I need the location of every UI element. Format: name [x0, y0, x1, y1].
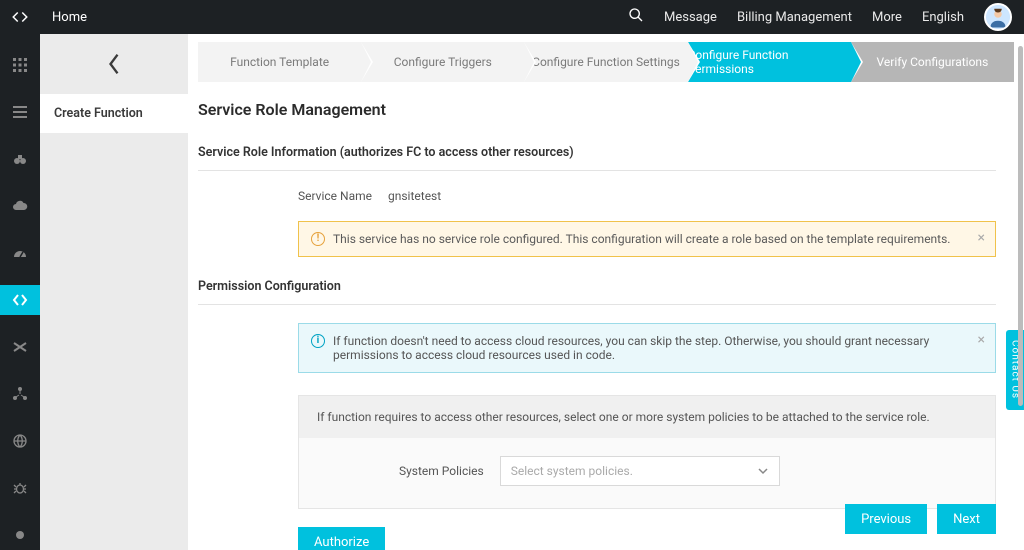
close-icon[interactable]: × [978, 332, 985, 348]
sidebar-apps-icon[interactable] [0, 50, 40, 79]
sidebar-cloud-icon[interactable] [0, 191, 40, 220]
step-configure-function-settings[interactable]: Configure Function Settings [524, 42, 687, 82]
sidebar-bug-icon[interactable] [0, 474, 40, 503]
sub-nav: Create Function [40, 34, 188, 550]
sidebar-list-icon[interactable] [0, 97, 40, 126]
permission-box: If function requires to access other res… [298, 395, 996, 509]
step-configure-triggers[interactable]: Configure Triggers [361, 42, 524, 82]
section-service-role-info: Service Role Information (authorizes FC … [198, 145, 996, 171]
permission-hint: If function requires to access other res… [299, 396, 995, 438]
avatar[interactable] [984, 3, 1012, 31]
info-icon: i [311, 334, 325, 348]
service-name-row: Service Name gnsitetest [298, 189, 996, 203]
service-name-label: Service Name [298, 189, 388, 203]
warning-icon: ! [311, 232, 325, 246]
step-function-template[interactable]: Function Template [198, 42, 361, 82]
close-icon[interactable]: × [978, 230, 985, 246]
next-button[interactable]: Next [937, 504, 996, 534]
sidebar-globe-icon[interactable] [0, 427, 40, 456]
top-bar: Home Message Billing Management More Eng… [0, 0, 1024, 34]
sidebar-nodes-icon[interactable] [0, 380, 40, 409]
home-link[interactable]: Home [52, 10, 87, 25]
warning-text: This service has no service role configu… [333, 232, 950, 246]
icon-sidebar [0, 34, 40, 550]
search-icon[interactable] [628, 7, 644, 27]
sidebar-functions-icon[interactable] [0, 285, 40, 314]
sidebar-shuffle-icon[interactable] [0, 333, 40, 362]
step-verify-configurations[interactable]: Verify Configurations [851, 42, 1014, 82]
sidebar-binoculars-icon[interactable] [0, 144, 40, 173]
back-button[interactable] [40, 34, 188, 94]
sidebar-dot-icon[interactable] [0, 521, 40, 550]
system-policies-placeholder: Select system policies. [511, 464, 633, 478]
info-text: If function doesn't need to access cloud… [333, 334, 967, 362]
nav-message[interactable]: Message [664, 10, 717, 25]
service-name-value: gnsitetest [388, 189, 441, 203]
section-permission-configuration: Permission Configuration [198, 279, 996, 305]
nav-more[interactable]: More [872, 10, 902, 25]
brand-logo[interactable] [0, 0, 40, 34]
chevron-down-icon [757, 465, 769, 477]
nav-billing[interactable]: Billing Management [737, 10, 852, 25]
page-title: Service Role Management [198, 100, 996, 119]
authorize-button[interactable]: Authorize [298, 527, 385, 550]
step-configure-function-permissions[interactable]: Configure Function Permissions [688, 42, 851, 82]
scrollbar[interactable] [1018, 34, 1024, 550]
info-alert: i If function doesn't need to access clo… [298, 323, 996, 373]
subnav-create-function[interactable]: Create Function [40, 94, 188, 133]
sidebar-gauge-icon[interactable] [0, 238, 40, 267]
wizard-steps: Function Template Configure Triggers Con… [198, 42, 1014, 82]
system-policies-label: System Policies [399, 464, 484, 478]
system-policies-select[interactable]: Select system policies. [500, 456, 780, 486]
main-content: Function Template Configure Triggers Con… [188, 34, 1024, 550]
previous-button[interactable]: Previous [845, 504, 927, 534]
warning-alert: ! This service has no service role confi… [298, 221, 996, 257]
nav-language[interactable]: English [922, 10, 964, 25]
